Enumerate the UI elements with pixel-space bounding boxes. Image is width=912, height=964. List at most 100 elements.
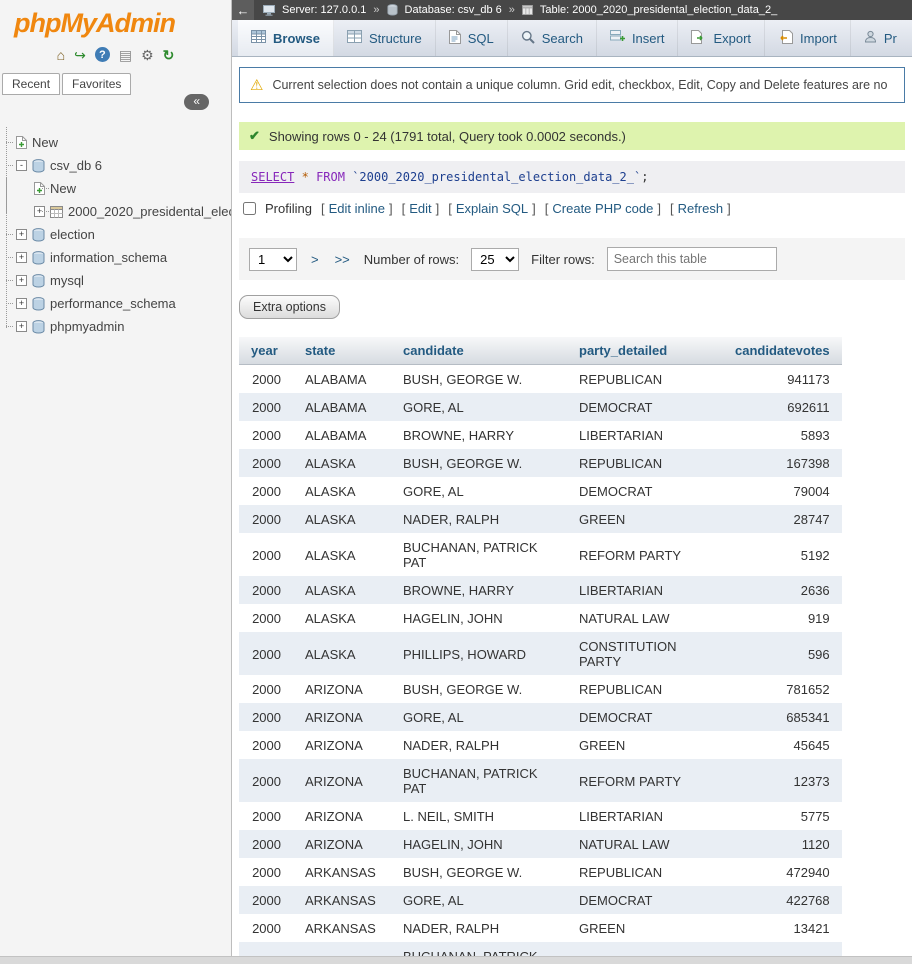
bracket: ]	[532, 201, 536, 216]
tree-item-db-csv_db[interactable]: - csv_db 6	[0, 154, 231, 177]
breadcrumb-server[interactable]: Server: 127.0.0.1	[282, 4, 366, 16]
sql-terminator: ;	[641, 170, 648, 184]
cell-candidate: PHILLIPS, HOWARD	[391, 632, 567, 675]
cell-party-detailed: REFORM PARTY	[567, 759, 723, 802]
rows-per-page-select[interactable]: 25	[471, 248, 519, 271]
next-page-link[interactable]: >	[309, 252, 321, 267]
table-filter-input[interactable]	[607, 247, 777, 271]
tab-insert[interactable]: Insert	[597, 20, 679, 56]
tree-item-db-phpmyadmin[interactable]: + phpmyadmin	[0, 315, 231, 338]
extra-options-button[interactable]: Extra options	[239, 295, 340, 319]
tree-item-db-mysql[interactable]: + mysql	[0, 269, 231, 292]
tab-sql[interactable]: SQL	[436, 20, 508, 56]
profiling-checkbox[interactable]	[243, 202, 256, 215]
column-header-candidatevotes[interactable]: candidatevotes	[723, 337, 842, 365]
table-row: 2000 ALABAMA BROWNE, HARRY LIBERTARIAN 5…	[239, 421, 842, 449]
refresh-link[interactable]: Refresh	[678, 201, 724, 216]
cell-party-detailed: NATURAL LAW	[567, 830, 723, 858]
cell-party-detailed: NATURAL LAW	[567, 604, 723, 632]
success-text: Showing rows 0 - 24 (1791 total, Query t…	[269, 129, 626, 144]
breadcrumb-separator: »	[373, 4, 379, 16]
horizontal-scrollbar[interactable]	[0, 956, 912, 964]
phpmyadmin-logo[interactable]: phpMyAdmin	[0, 0, 231, 41]
back-button[interactable]: ←	[232, 0, 254, 20]
column-header-party-detailed[interactable]: party_detailed	[567, 337, 723, 365]
table-body: 2000 ALABAMA BUSH, GEORGE W. REPUBLICAN …	[239, 365, 842, 964]
filter-rows-label: Filter rows:	[531, 252, 595, 267]
tab-privileges[interactable]: Pr	[851, 20, 910, 56]
tab-label: Search	[542, 31, 583, 46]
cell-state: ALASKA	[293, 505, 391, 533]
tab-import[interactable]: Import	[765, 20, 851, 56]
tree-item-db-election[interactable]: + election	[0, 223, 231, 246]
expand-box-icon[interactable]: +	[16, 252, 27, 263]
page-select[interactable]: 1	[249, 248, 297, 271]
cell-year: 2000	[239, 421, 293, 449]
logout-icon[interactable]: ↪	[74, 47, 86, 63]
cell-year: 2000	[239, 576, 293, 604]
tree-children-csv_db: New + 2000_2020_presidental_elect	[0, 177, 231, 223]
last-page-link[interactable]: >>	[333, 252, 352, 267]
cell-candidatevotes: 5893	[723, 421, 842, 449]
edit-inline-link[interactable]: Edit inline	[329, 201, 385, 216]
tree-item-table-2000-2020[interactable]: + 2000_2020_presidental_elect	[18, 200, 231, 223]
column-header-state[interactable]: state	[293, 337, 391, 365]
collapse-box-icon[interactable]: -	[16, 160, 27, 171]
home-icon[interactable]: ⌂	[57, 47, 65, 63]
import-icon	[778, 30, 793, 47]
help-icon[interactable]: ?	[95, 47, 110, 62]
refresh-nav-icon[interactable]: ↻	[163, 47, 175, 63]
database-icon	[32, 159, 45, 173]
tab-structure[interactable]: Structure	[334, 20, 436, 56]
tree-label: csv_db 6	[50, 158, 102, 173]
sidebar-toolbar: ⌂ ↪ ? ▤ ⚙ ↻	[0, 41, 231, 71]
tab-browse[interactable]: Browse	[238, 20, 334, 56]
tree-label: mysql	[50, 273, 84, 288]
cell-candidate: GORE, AL	[391, 477, 567, 505]
cell-candidate: BUSH, GEORGE W.	[391, 858, 567, 886]
expand-box-icon[interactable]: +	[16, 229, 27, 240]
cell-state: ALASKA	[293, 604, 391, 632]
cell-year: 2000	[239, 632, 293, 675]
sidebar-collapse-button[interactable]: «	[184, 94, 209, 110]
tab-search[interactable]: Search	[508, 20, 597, 56]
number-of-rows-label: Number of rows:	[364, 252, 459, 267]
cell-year: 2000	[239, 731, 293, 759]
cell-state: ARKANSAS	[293, 914, 391, 942]
tab-label: Import	[800, 31, 837, 46]
breadcrumb-database[interactable]: Database: csv_db 6	[405, 4, 502, 16]
cell-state: ARIZONA	[293, 675, 391, 703]
cell-candidate: HAGELIN, JOHN	[391, 604, 567, 632]
column-header-candidate[interactable]: candidate	[391, 337, 567, 365]
explain-sql-link[interactable]: Explain SQL	[456, 201, 528, 216]
recent-tab[interactable]: Recent	[2, 73, 60, 95]
cell-state: ALASKA	[293, 449, 391, 477]
cell-candidatevotes: 45645	[723, 731, 842, 759]
expand-box-icon[interactable]: +	[16, 321, 27, 332]
cell-year: 2000	[239, 759, 293, 802]
create-php-code-link[interactable]: Create PHP code	[552, 201, 653, 216]
tree-item-db-information_schema[interactable]: + information_schema	[0, 246, 231, 269]
tree-item-db-performance_schema[interactable]: + performance_schema	[0, 292, 231, 315]
tree-item-new-table[interactable]: New	[18, 177, 231, 200]
expand-box-icon[interactable]: +	[16, 298, 27, 309]
expand-box-icon[interactable]: +	[16, 275, 27, 286]
success-banner: ✔ Showing rows 0 - 24 (1791 total, Query…	[239, 122, 905, 150]
docs-icon[interactable]: ▤	[119, 47, 132, 63]
sql-keyword-select[interactable]: SELECT	[251, 170, 294, 184]
expand-box-icon[interactable]: +	[34, 206, 45, 217]
cell-year: 2000	[239, 675, 293, 703]
breadcrumb-table[interactable]: Table: 2000_2020_presidental_election_da…	[540, 4, 777, 16]
column-header-year[interactable]: year	[239, 337, 293, 365]
bracket: ]	[389, 201, 393, 216]
tab-export[interactable]: Export	[678, 20, 765, 56]
database-icon	[32, 228, 45, 242]
favorites-tab[interactable]: Favorites	[62, 73, 131, 95]
settings-icon[interactable]: ⚙	[141, 47, 154, 63]
cell-candidatevotes: 472940	[723, 858, 842, 886]
tree-label: performance_schema	[50, 296, 176, 311]
tab-label: Structure	[369, 31, 422, 46]
edit-link[interactable]: Edit	[409, 201, 431, 216]
tree-item-new-database[interactable]: New	[0, 131, 231, 154]
cell-candidatevotes: 5775	[723, 802, 842, 830]
